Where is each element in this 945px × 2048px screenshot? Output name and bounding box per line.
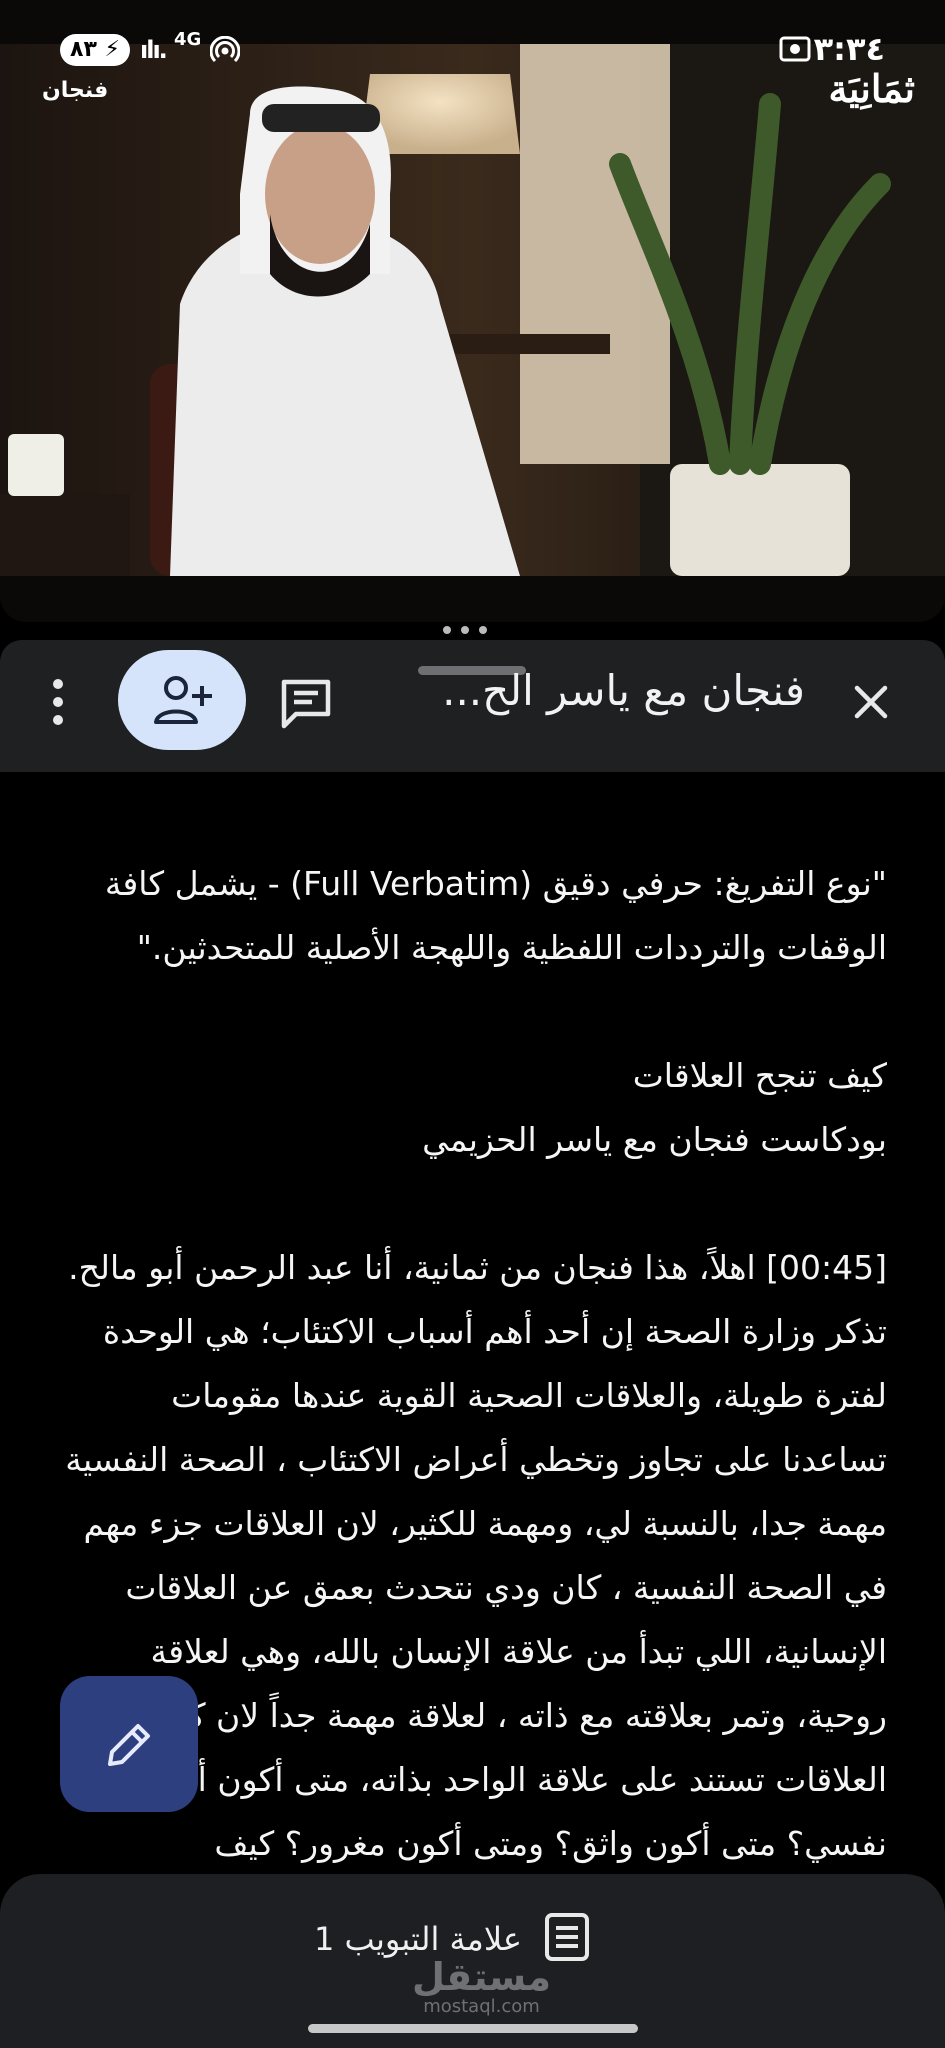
paragraph-podcast: بودكاست فنجان مع ياسر الحزيمي [422, 1120, 887, 1159]
comment-icon[interactable] [274, 670, 338, 734]
video-frame [0, 44, 945, 576]
split-drag-handle[interactable] [443, 626, 487, 634]
network-type: 4G [174, 29, 202, 50]
paragraph-transcript-type: "نوع التفريغ: حرفي دقيق (Full Verbatim) … [104, 864, 887, 967]
status-time: ٣:٣٤ [813, 30, 885, 68]
battery-level: ٨٣ [70, 37, 97, 62]
edit-button[interactable] [60, 1676, 198, 1812]
paragraph-timestamp: [00:45] اهلاً، هذا فنجان من ثمانية، أنا … [68, 1248, 887, 1287]
video-player[interactable]: ٣:٣٤ ٨٣ ⚡ ılı. 4G فنجان ثمَانِيَة [0, 0, 945, 622]
person-add-icon [152, 672, 214, 732]
close-icon[interactable] [841, 672, 901, 732]
status-bar: ٣:٣٤ ٨٣ ⚡ ılı. 4G فنجان ثمَانِيَة [0, 0, 945, 111]
watermark: مستقل mostaql.com [412, 1956, 551, 2016]
brand-logo: ثمَانِيَة [828, 66, 915, 111]
pencil-icon [100, 1716, 158, 1778]
paragraph-title: كيف تنجح العلاقات [632, 1056, 887, 1095]
bookmark-label: علامة التبويب 1 [314, 1920, 522, 1958]
battery-indicator: ٨٣ ⚡ [60, 34, 130, 66]
document-header: فنجان مع ياسر الح... [0, 640, 945, 772]
more-vert-icon[interactable] [36, 674, 80, 730]
signal-icon: ılı. [140, 36, 168, 64]
bottom-bar: علامة التبويب 1 مستقل mostaql.com [0, 1874, 945, 2048]
video-brand-label: فنجان [42, 78, 109, 103]
hotspot-icon [209, 35, 241, 70]
watermark-url: mostaql.com [423, 1996, 540, 2017]
gesture-nav-bar[interactable] [308, 2024, 638, 2033]
watermark-arabic: مستقل [412, 1955, 551, 1999]
document-title: فنجان مع ياسر الح... [442, 666, 805, 715]
share-button[interactable] [118, 650, 246, 750]
screen-record-icon [779, 34, 811, 68]
